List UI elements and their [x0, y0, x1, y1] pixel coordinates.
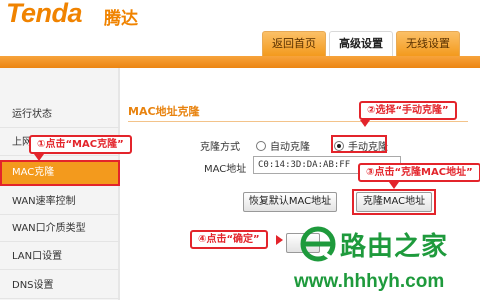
callout-step4: ④点击“确定” — [190, 230, 268, 249]
sidebar-item-status[interactable]: 运行状态 — [0, 102, 120, 128]
callout-step3-arrow — [389, 182, 399, 189]
callout-step1-arrow — [34, 154, 44, 161]
restore-default-mac-button[interactable]: 恢复默认MAC地址 — [243, 192, 337, 212]
tab-wireless-settings[interactable]: 无线设置 — [396, 31, 460, 56]
sidebar-item-mac-clone[interactable]: MAC克隆 — [0, 160, 120, 186]
title-divider — [128, 121, 468, 122]
tab-advanced-settings[interactable]: 高级设置 — [329, 31, 393, 56]
manual-clone-highlight — [331, 135, 387, 153]
page-title: MAC地址克隆 — [128, 105, 200, 118]
radio-auto-dot[interactable] — [256, 140, 266, 151]
header: Tenda 腾达 返回首页 高级设置 无线设置 — [0, 0, 480, 56]
top-tabs: 返回首页 高级设置 无线设置 — [262, 31, 463, 56]
watermark-text: 路由之家 — [340, 232, 449, 262]
sidebar: 运行状态 上网设置 MAC克隆 WAN速率控制 WAN口介质类型 LAN口设置 … — [0, 68, 120, 300]
callout-step3: ③点击“克隆MAC地址” — [358, 163, 480, 182]
callout-step4-arrow — [276, 235, 283, 245]
callout-step2-arrow — [360, 120, 370, 127]
sidebar-item-wan-speed[interactable]: WAN速率控制 — [0, 189, 120, 215]
watermark-logo-icon — [300, 226, 336, 262]
sidebar-item-lan[interactable]: LAN口设置 — [0, 244, 120, 270]
radio-auto-label: 自动克隆 — [270, 142, 310, 153]
callout-step1: ①点击“MAC克隆” — [29, 135, 132, 154]
tab-return-home[interactable]: 返回首页 — [262, 31, 326, 56]
tenda-logo: Tenda — [6, 0, 83, 28]
radio-auto-clone[interactable]: 自动克隆 — [256, 138, 310, 153]
clone-mac-highlight — [352, 189, 436, 215]
callout-step2: ②选择“手动克隆” — [359, 101, 457, 120]
sidebar-item-dns[interactable]: DNS设置 — [0, 273, 120, 299]
sidebar-item-wan-media[interactable]: WAN口介质类型 — [0, 216, 120, 242]
watermark-url: www.hhhyh.com — [294, 271, 445, 292]
tenda-logo-cn: 腾达 — [104, 9, 138, 29]
mac-address-label: MAC地址 — [204, 164, 247, 175]
clone-method-label: 克隆方式 — [200, 142, 240, 153]
header-accent-bar — [0, 56, 480, 68]
